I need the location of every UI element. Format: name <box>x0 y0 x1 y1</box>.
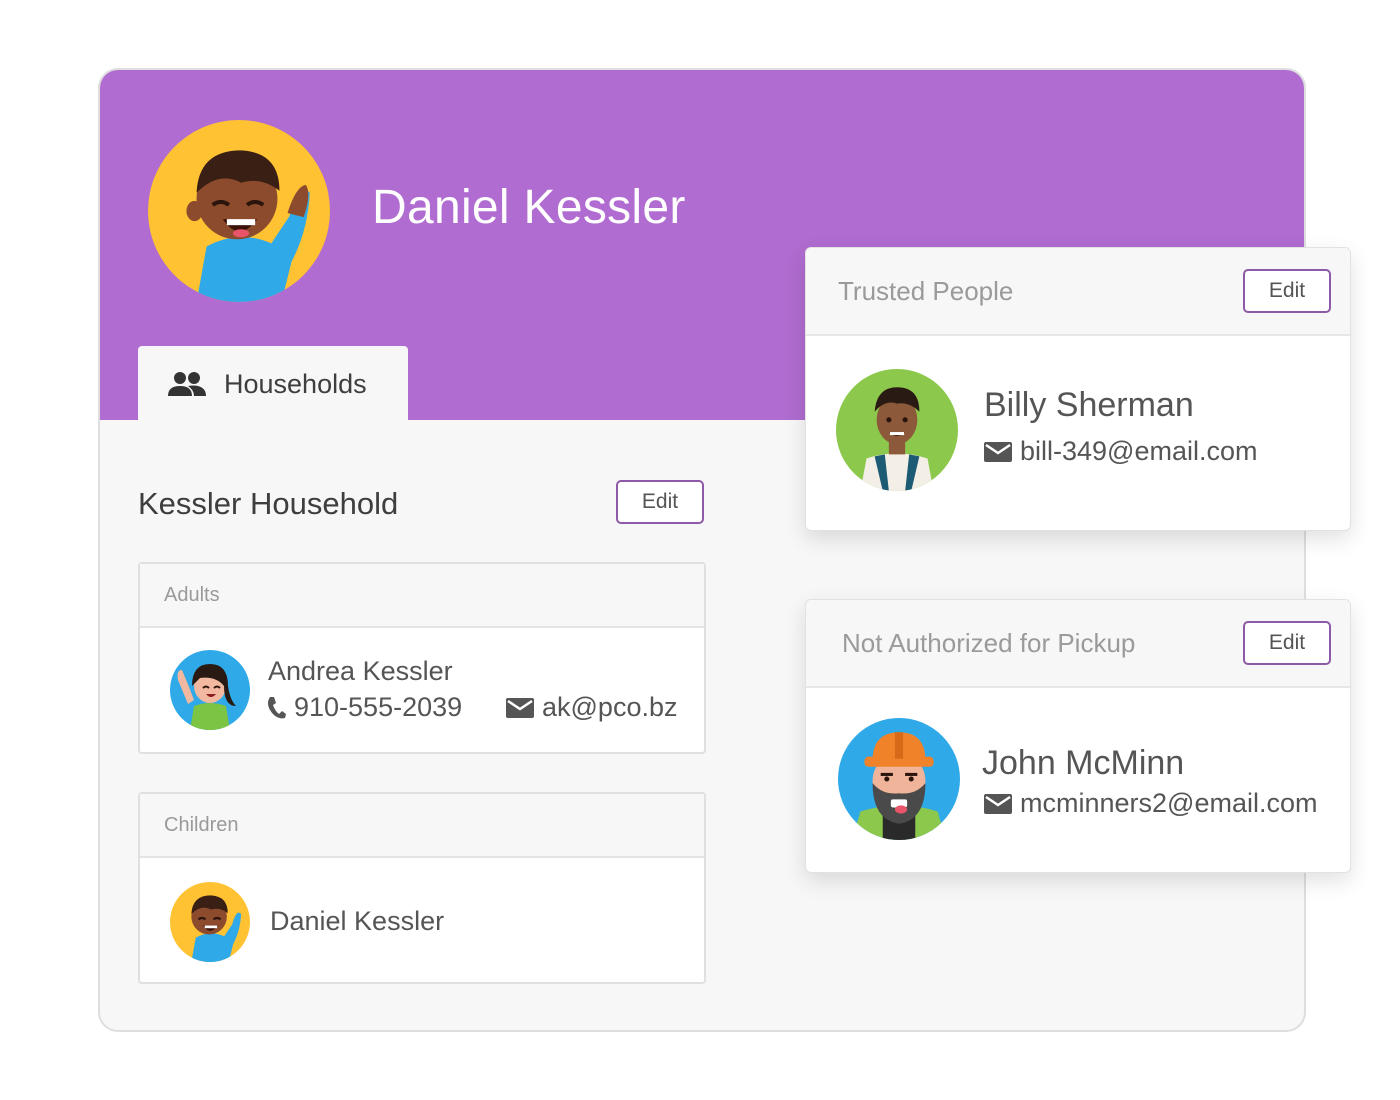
trusted-person-avatar <box>836 369 958 491</box>
trusted-people-edit-button[interactable]: Edit <box>1243 269 1331 313</box>
adults-panel: Adults Andrea Kessler 910-555-2039 ak@pc… <box>138 562 706 754</box>
not-authorized-card: Not Authorized for Pickup Edit John McMi… <box>805 599 1351 873</box>
mail-icon <box>506 697 534 718</box>
adult-phone[interactable]: 910-555-2039 <box>266 692 462 723</box>
not-authorized-heading: Not Authorized for Pickup <box>842 627 1136 658</box>
adult-avatar <box>170 650 250 730</box>
mail-icon <box>984 793 1012 814</box>
profile-card: Daniel Kessler Households Kessler Househ… <box>98 68 1306 1032</box>
tab-label: Households <box>224 368 367 399</box>
unauthorized-person-email[interactable]: mcminners2@email.com <box>984 788 1317 819</box>
profile-name: Daniel Kessler <box>372 181 686 234</box>
unauthorized-person-email-text: mcminners2@email.com <box>1020 788 1318 818</box>
mail-icon <box>984 441 1012 462</box>
children-heading: Children <box>140 794 704 858</box>
people-icon <box>168 372 206 396</box>
child-name: Daniel Kessler <box>270 906 445 936</box>
not-authorized-edit-button[interactable]: Edit <box>1243 621 1331 665</box>
child-avatar <box>170 882 250 962</box>
trusted-people-heading: Trusted People <box>838 275 1014 306</box>
tab-households[interactable]: Households <box>138 346 408 422</box>
trusted-person-email[interactable]: bill-349@email.com <box>984 436 1258 467</box>
trusted-person-name: Billy Sherman <box>984 386 1194 424</box>
trusted-people-card: Trusted People Edit Billy Sherman bill-3… <box>805 247 1351 531</box>
trusted-person-email-text: bill-349@email.com <box>1020 436 1258 466</box>
household-title: Kessler Household <box>138 486 399 521</box>
profile-avatar <box>148 120 330 302</box>
children-panel: Children Daniel Kessler <box>138 792 706 984</box>
adult-name: Andrea Kessler <box>268 656 453 686</box>
adult-email[interactable]: ak@pco.bz <box>506 692 677 723</box>
adult-email-text: ak@pco.bz <box>542 692 678 722</box>
household-edit-button[interactable]: Edit <box>616 480 704 524</box>
adult-phone-text: 910-555-2039 <box>294 692 463 722</box>
unauthorized-person-avatar <box>838 718 960 840</box>
phone-icon <box>268 696 286 718</box>
unauthorized-person-name: John McMinn <box>982 744 1185 782</box>
adults-heading: Adults <box>140 564 704 628</box>
